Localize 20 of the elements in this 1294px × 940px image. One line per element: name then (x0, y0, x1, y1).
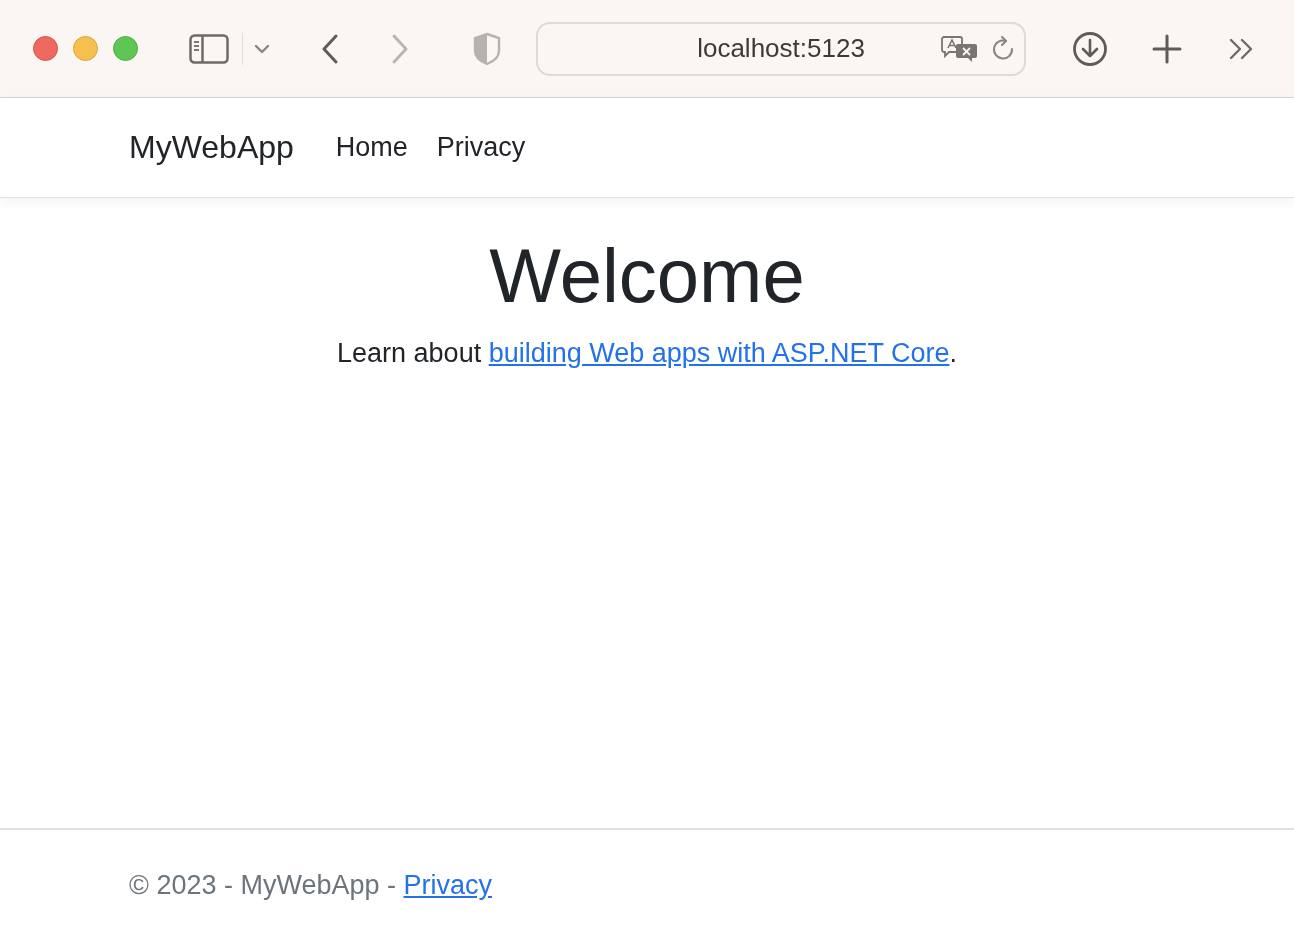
shield-icon[interactable] (472, 31, 502, 66)
translate-icon[interactable] (941, 34, 979, 63)
footer-text: © 2023 - MyWebApp - Privacy (129, 869, 493, 901)
nav-link[interactable]: Privacy (436, 132, 540, 163)
back-icon[interactable] (320, 32, 340, 65)
chevron-down-icon[interactable] (254, 43, 270, 54)
reload-icon[interactable] (991, 35, 1015, 62)
zoom-window-button[interactable] (113, 36, 138, 61)
docs-link[interactable]: building Web apps with ASP.NET Core (488, 337, 950, 368)
brand-link[interactable]: MyWebApp (129, 129, 294, 166)
download-icon[interactable] (1072, 30, 1108, 67)
nav-link[interactable]: Home (335, 132, 422, 163)
minimize-window-button[interactable] (73, 36, 98, 61)
new-tab-icon[interactable] (1152, 33, 1182, 64)
welcome-heading: Welcome (488, 234, 806, 318)
address-bar[interactable]: localhost:5123 (536, 21, 1026, 76)
sidebar-icon[interactable] (189, 33, 229, 64)
privacy-link[interactable]: Privacy (403, 869, 493, 900)
intro-text: Learn about building Web apps with ASP.NET Core. (336, 337, 958, 369)
close-window-button[interactable] (33, 36, 58, 61)
